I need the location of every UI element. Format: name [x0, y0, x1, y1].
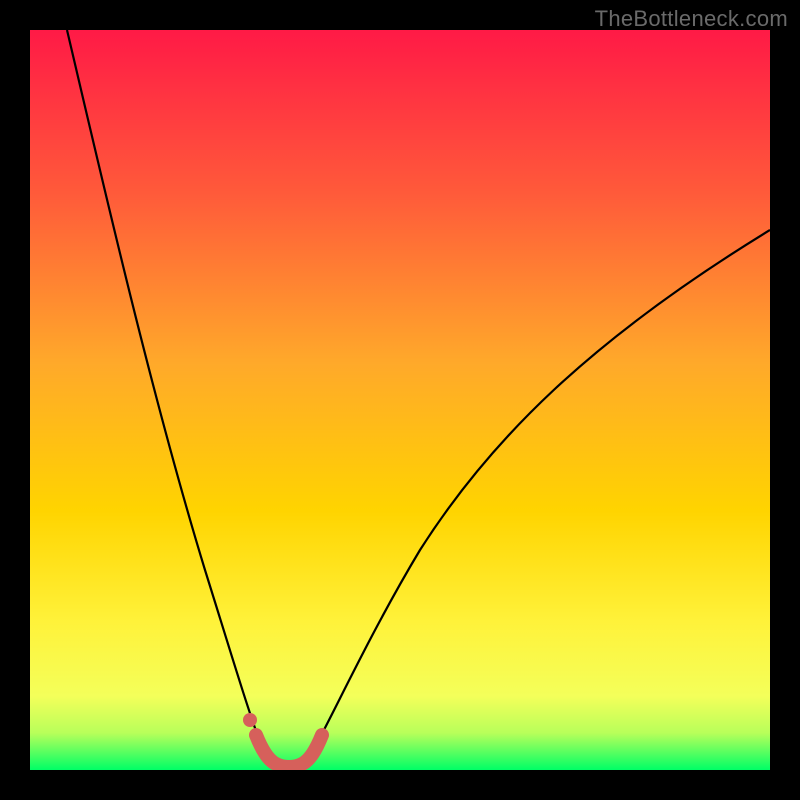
watermark-text: TheBottleneck.com — [595, 6, 788, 32]
chart-frame — [30, 30, 770, 770]
chart-background-gradient — [30, 30, 770, 770]
